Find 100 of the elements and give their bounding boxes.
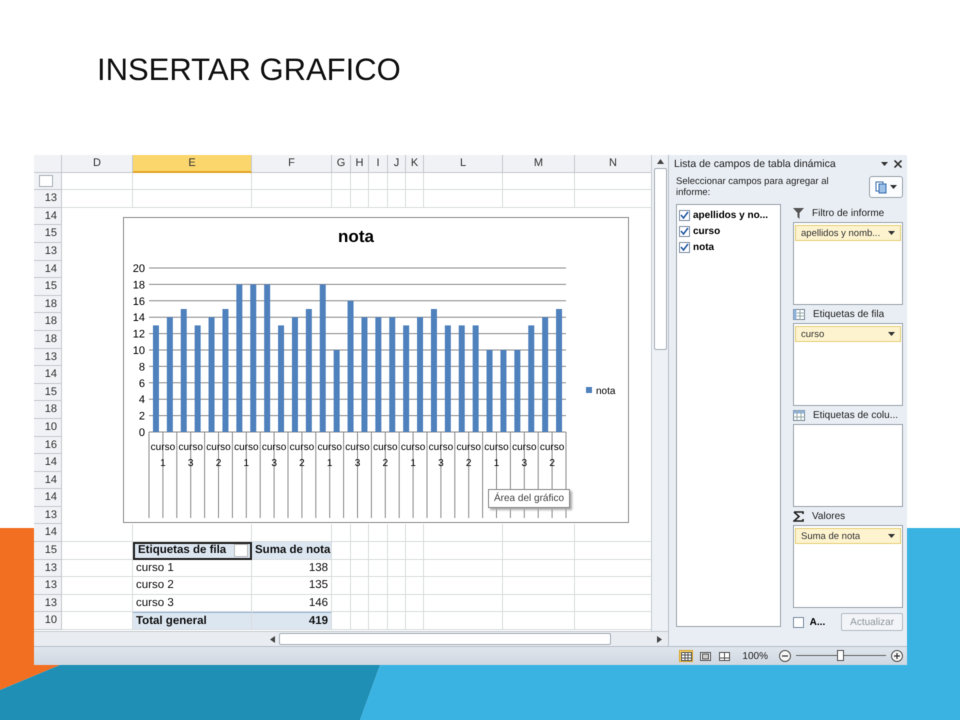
bar[interactable] bbox=[208, 317, 215, 432]
empty-cell[interactable] bbox=[388, 524, 406, 542]
empty-cell[interactable] bbox=[369, 560, 388, 578]
row-header[interactable]: 14 bbox=[34, 524, 62, 542]
bar[interactable] bbox=[528, 325, 534, 432]
bar[interactable] bbox=[250, 284, 256, 432]
caret-icon[interactable] bbox=[888, 534, 895, 538]
empty-cell[interactable] bbox=[406, 594, 424, 612]
empty-cell[interactable] bbox=[369, 190, 388, 208]
bar[interactable] bbox=[180, 309, 187, 432]
drop-area[interactable]: curso bbox=[793, 323, 903, 406]
row-header[interactable]: 13 bbox=[34, 190, 62, 208]
empty-cell[interactable] bbox=[406, 542, 424, 560]
empty-cell[interactable] bbox=[406, 577, 424, 595]
empty-cell[interactable] bbox=[424, 542, 503, 560]
column-header[interactable]: I bbox=[369, 155, 388, 173]
slider-thumb[interactable] bbox=[837, 650, 844, 661]
empty-cell[interactable] bbox=[388, 594, 406, 612]
layout-button[interactable] bbox=[869, 176, 903, 198]
empty-cell[interactable] bbox=[369, 594, 388, 612]
bar[interactable] bbox=[486, 350, 493, 432]
empty-cell[interactable] bbox=[424, 172, 503, 190]
row-header[interactable]: 10 bbox=[34, 418, 62, 436]
empty-cell[interactable] bbox=[388, 560, 406, 578]
empty-cell[interactable] bbox=[503, 172, 575, 190]
column-header[interactable]: K bbox=[406, 155, 424, 173]
close-icon[interactable] bbox=[894, 160, 902, 168]
empty-cell[interactable] bbox=[424, 594, 503, 612]
empty-cell[interactable] bbox=[351, 542, 369, 560]
empty-cell[interactable] bbox=[133, 172, 252, 190]
page-layout-icon[interactable] bbox=[698, 650, 712, 662]
bar[interactable] bbox=[152, 325, 159, 432]
bar[interactable] bbox=[348, 300, 354, 432]
caret-icon[interactable] bbox=[888, 231, 895, 235]
empty-cell[interactable] bbox=[424, 577, 503, 595]
column-header[interactable]: N bbox=[575, 155, 652, 173]
bar[interactable] bbox=[320, 284, 326, 432]
empty-cell[interactable] bbox=[351, 190, 369, 208]
empty-cell[interactable] bbox=[406, 524, 424, 542]
row-header[interactable]: 15 bbox=[34, 278, 62, 296]
empty-cell[interactable] bbox=[332, 594, 351, 612]
bar[interactable] bbox=[556, 309, 562, 432]
row-header[interactable]: 13 bbox=[34, 348, 62, 366]
empty-cell[interactable] bbox=[369, 524, 388, 542]
row-header[interactable]: 14 bbox=[34, 260, 62, 278]
select-all-corner[interactable] bbox=[34, 155, 62, 173]
bar[interactable] bbox=[417, 317, 424, 432]
empty-cell[interactable] bbox=[406, 560, 424, 578]
column-header[interactable]: M bbox=[503, 155, 575, 173]
empty-cell[interactable] bbox=[503, 190, 575, 208]
scroll-thumb[interactable] bbox=[279, 633, 611, 646]
row-header[interactable]: 13 bbox=[34, 594, 62, 612]
row-header[interactable]: 15 bbox=[34, 225, 62, 243]
scroll-up-icon[interactable] bbox=[656, 159, 664, 164]
vertical-scrollbar[interactable] bbox=[651, 155, 668, 632]
bar[interactable] bbox=[278, 325, 284, 432]
empty-cell[interactable] bbox=[332, 190, 351, 208]
normal-view-icon[interactable] bbox=[679, 650, 694, 662]
bar[interactable] bbox=[334, 350, 340, 432]
empty-cell[interactable] bbox=[406, 190, 424, 208]
row-header[interactable]: 14 bbox=[34, 472, 62, 490]
row-header[interactable]: 13 bbox=[34, 577, 62, 595]
row-header[interactable] bbox=[34, 172, 62, 190]
caret-icon[interactable] bbox=[888, 332, 895, 336]
empty-cell[interactable] bbox=[424, 560, 503, 578]
checkbox[interactable] bbox=[679, 242, 690, 252]
row-header[interactable]: 15 bbox=[34, 542, 62, 560]
field-chip[interactable]: curso bbox=[795, 326, 901, 342]
row-header[interactable]: 14 bbox=[34, 208, 62, 226]
field-chip[interactable]: Suma de nota bbox=[795, 528, 901, 544]
scroll-right-icon[interactable] bbox=[657, 636, 662, 643]
row-header[interactable]: 18 bbox=[34, 401, 62, 419]
drop-area[interactable]: apellidos y nomb... bbox=[793, 222, 903, 305]
field-chip[interactable]: apellidos y nomb... bbox=[795, 225, 901, 241]
row-header[interactable]: 14 bbox=[34, 366, 62, 384]
column-header[interactable]: G bbox=[332, 155, 351, 173]
bar[interactable] bbox=[306, 309, 312, 432]
table-header[interactable]: Etiquetas de fila bbox=[133, 542, 252, 560]
empty-cell[interactable] bbox=[332, 524, 351, 542]
horizontal-scrollbar[interactable] bbox=[34, 631, 668, 646]
drop-area[interactable] bbox=[793, 424, 903, 507]
empty-cell[interactable] bbox=[133, 190, 252, 208]
row-header[interactable]: 16 bbox=[34, 436, 62, 454]
empty-cell[interactable] bbox=[406, 612, 424, 630]
bar[interactable] bbox=[389, 317, 396, 432]
bar[interactable] bbox=[458, 325, 465, 432]
empty-cell[interactable] bbox=[503, 577, 575, 595]
row-header[interactable]: 14 bbox=[34, 489, 62, 507]
empty-cell[interactable] bbox=[369, 172, 388, 190]
empty-cell[interactable] bbox=[369, 577, 388, 595]
empty-cell[interactable] bbox=[424, 612, 503, 630]
empty-cell[interactable] bbox=[351, 524, 369, 542]
column-header[interactable]: J bbox=[388, 155, 406, 173]
empty-cell[interactable] bbox=[503, 560, 575, 578]
zoom-out-button[interactable] bbox=[779, 650, 791, 662]
field-item[interactable]: curso bbox=[679, 223, 778, 239]
zoom-in-button[interactable] bbox=[891, 650, 903, 662]
row-header[interactable]: 13 bbox=[34, 242, 62, 261]
bar[interactable] bbox=[292, 317, 298, 432]
empty-cell[interactable] bbox=[252, 172, 332, 190]
